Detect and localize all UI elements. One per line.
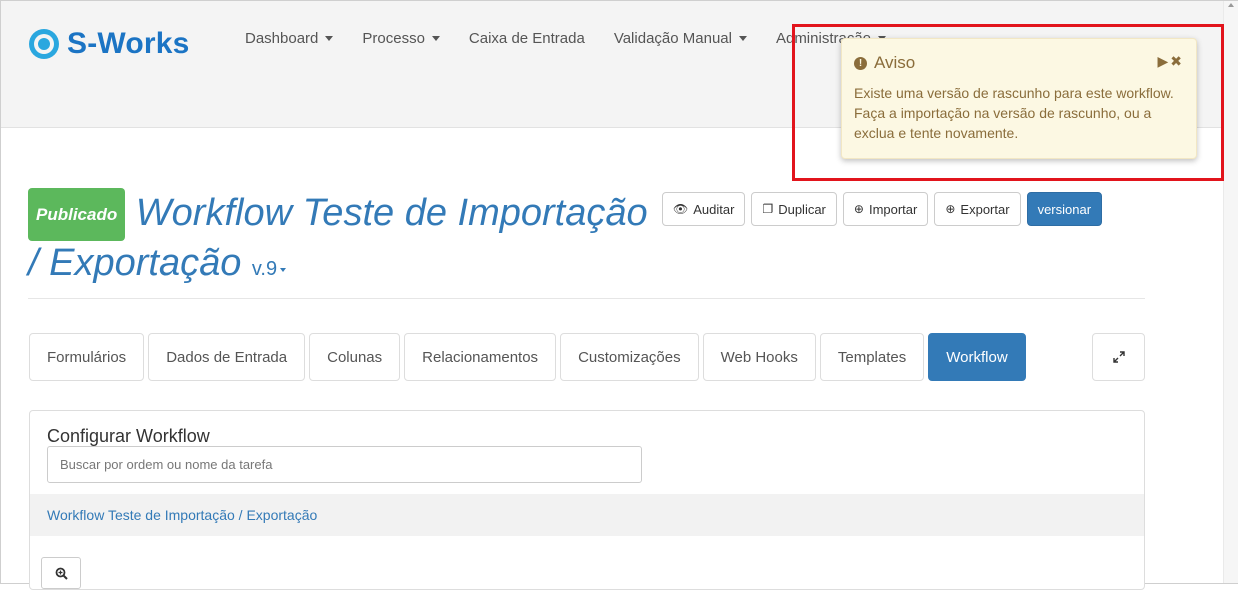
panel-title: Configurar Workflow xyxy=(47,426,210,446)
nav-validacao-label: Validação Manual xyxy=(613,30,732,47)
copy-icon: ❐ xyxy=(762,202,774,216)
fullscreen-button[interactable] xyxy=(1092,333,1145,381)
vertical-scrollbar[interactable] xyxy=(1223,1,1238,583)
nav-dashboard-label: Dashboard xyxy=(245,30,319,47)
zoom-in-button[interactable] xyxy=(41,557,81,589)
task-search-input[interactable] xyxy=(47,446,642,483)
nav-dashboard[interactable]: Dashboard xyxy=(245,30,334,47)
workflow-header: Publicado Workflow Teste de Importação /… xyxy=(28,188,648,291)
tab-web-hooks[interactable]: Web Hooks xyxy=(702,333,816,381)
version-dropdown[interactable]: v.9 xyxy=(251,258,287,280)
versionar-button[interactable]: versionar xyxy=(1026,192,1103,226)
tab-workflow[interactable]: Workflow xyxy=(928,333,1026,381)
workflow-tabs: Formulários Dados de Entrada Colunas Rel… xyxy=(29,333,1030,381)
warning-notification: ! Aviso ▶✖ Existe uma versão de rascunho… xyxy=(841,38,1197,159)
nav-processo[interactable]: Processo xyxy=(362,30,440,47)
expand-icon xyxy=(1112,351,1125,363)
nav-validacao-manual[interactable]: Validação Manual xyxy=(614,30,747,47)
configure-workflow-panel: Configurar Workflow Workflow Teste de Im… xyxy=(29,410,1145,590)
nav-processo-label: Processo xyxy=(362,30,425,47)
warning-controls[interactable]: ▶✖ xyxy=(1158,53,1185,70)
brand-name: S-Works xyxy=(67,27,190,60)
tab-customizacoes[interactable]: Customizações xyxy=(560,333,699,381)
exclamation-circle-icon: ! xyxy=(854,56,867,70)
auditar-label: Auditar xyxy=(693,201,735,217)
chevron-down-icon xyxy=(431,36,440,41)
tab-relacionamentos[interactable]: Relacionamentos xyxy=(404,333,557,381)
duplicar-button[interactable]: ❐ Duplicar xyxy=(751,192,837,226)
tab-templates[interactable]: Templates xyxy=(819,333,925,381)
main-nav: Dashboard Processo Caixa de Entrada Vali… xyxy=(245,30,915,47)
breadcrumb: Workflow Teste de Importação / Exportaçã… xyxy=(30,494,1144,536)
nav-caixa-label: Caixa de Entrada xyxy=(468,30,585,47)
exportar-label: Exportar xyxy=(960,201,1010,217)
auditar-button[interactable]: 👁 Auditar xyxy=(662,192,746,226)
page-title: Publicado Workflow Teste de Importação /… xyxy=(28,188,648,284)
action-toolbar: 👁 Auditar ❐ Duplicar ⊕ Importar ⊕ Exportar v… xyxy=(662,192,1108,226)
warning-title: Aviso xyxy=(874,53,916,72)
duplicar-label: Duplicar xyxy=(778,201,826,217)
tab-colunas[interactable]: Colunas xyxy=(309,333,401,381)
zoom-in-icon xyxy=(55,567,68,580)
versionar-label: versionar xyxy=(1037,201,1092,217)
warning-header: ! Aviso xyxy=(854,53,915,73)
nav-caixa-de-entrada[interactable]: Caixa de Entrada xyxy=(469,30,585,47)
status-badge: Publicado xyxy=(28,188,126,241)
tab-formularios[interactable]: Formulários xyxy=(29,333,145,381)
breadcrumb-link[interactable]: Workflow Teste de Importação / Exportaçã… xyxy=(47,507,317,523)
chevron-down-icon xyxy=(738,36,747,41)
circle-arrow-down-icon: ⊕ xyxy=(945,202,956,216)
importar-button[interactable]: ⊕ Importar xyxy=(842,192,929,226)
brand-logo[interactable]: S-Works xyxy=(29,27,190,61)
scroll-up-arrow-icon[interactable] xyxy=(1228,3,1234,7)
importar-label: Importar xyxy=(868,201,918,217)
s-works-logo-icon xyxy=(29,29,59,59)
exportar-button[interactable]: ⊕ Exportar xyxy=(934,192,1021,226)
tab-dados-de-entrada[interactable]: Dados de Entrada xyxy=(148,333,306,381)
header-divider xyxy=(28,298,1145,299)
chevron-down-icon xyxy=(325,36,334,41)
version-label: v.9 xyxy=(251,258,278,280)
circle-arrow-up-icon: ⊕ xyxy=(853,202,864,216)
chevron-down-icon xyxy=(280,268,287,272)
warning-message: Existe uma versão de rascunho para este … xyxy=(854,85,1174,141)
eye-icon: 👁 xyxy=(673,202,689,216)
